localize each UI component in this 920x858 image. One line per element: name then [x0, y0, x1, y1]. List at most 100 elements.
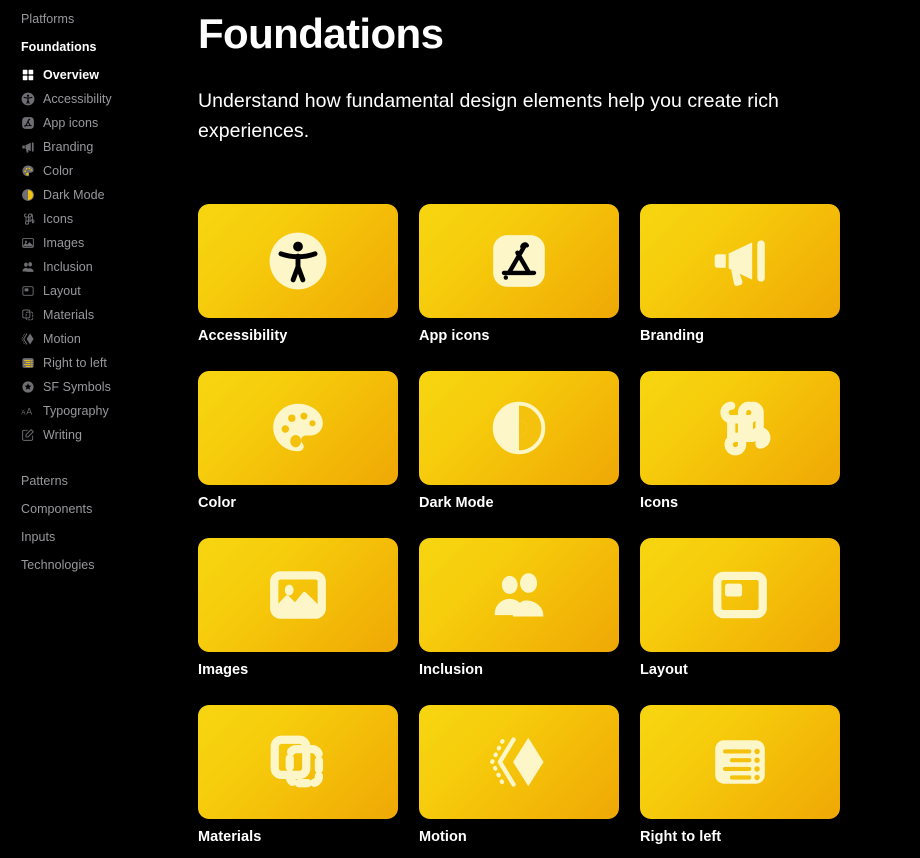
card-tile[interactable]: [419, 705, 619, 819]
card-accessibility[interactable]: Accessibility: [198, 204, 398, 345]
sidebar-item-icons[interactable]: Icons: [0, 207, 194, 231]
sidebar-group-platforms[interactable]: Platforms: [0, 11, 194, 27]
sidebar-tail-groups: Patterns Components Inputs Technologies: [0, 467, 194, 579]
palette-icon: [21, 164, 35, 178]
contrast-icon: [21, 188, 35, 202]
sidebar-item-label: App icons: [43, 116, 99, 130]
sidebar-item-motion[interactable]: Motion: [0, 327, 194, 351]
card-icons[interactable]: Icons: [640, 371, 840, 512]
megaphone-icon: [709, 230, 771, 292]
sidebar-item-label: Branding: [43, 140, 94, 154]
sidebar-item-label: Inclusion: [43, 260, 93, 274]
sidebar-item-label: Right to left: [43, 356, 107, 370]
card-label: Materials: [198, 829, 262, 845]
foundations-card-grid: Accessibility App icons Branding Color Dark …: [194, 146, 920, 846]
command-icon: [709, 397, 771, 459]
sidebar-item-color[interactable]: Color: [0, 159, 194, 183]
app-store-icon: [488, 230, 550, 292]
card-motion[interactable]: Motion: [419, 705, 619, 846]
sidebar-group-foundations[interactable]: Foundations: [0, 39, 194, 55]
card-layout[interactable]: Layout: [640, 538, 840, 679]
svg-text:A: A: [26, 407, 32, 417]
card-tile[interactable]: [419, 371, 619, 485]
card-tile[interactable]: [198, 204, 398, 318]
photo-icon: [21, 236, 35, 250]
sidebar-item-inclusion[interactable]: Inclusion: [0, 255, 194, 279]
sidebar-item-dark-mode[interactable]: Dark Mode: [0, 183, 194, 207]
grid-icon: [21, 68, 35, 82]
card-inclusion[interactable]: Inclusion: [419, 538, 619, 679]
layout-icon: [709, 564, 771, 626]
sidebar-item-writing[interactable]: Writing: [0, 423, 194, 447]
sidebar-group-inputs[interactable]: Inputs: [0, 523, 194, 551]
card-tile[interactable]: [640, 538, 840, 652]
card-tile[interactable]: [198, 705, 398, 819]
sidebar-group-technologies[interactable]: Technologies: [0, 551, 194, 579]
card-app-icons[interactable]: App icons: [419, 204, 619, 345]
sidebar-item-label: Writing: [43, 428, 83, 442]
card-color[interactable]: Color: [198, 371, 398, 512]
rtl-icon: [21, 356, 35, 370]
card-tile[interactable]: [198, 538, 398, 652]
people-icon: [21, 260, 35, 274]
sidebar-item-label: Overview: [43, 68, 99, 82]
photo-icon: [267, 564, 329, 626]
palette-icon: [267, 397, 329, 459]
sidebar-group-patterns[interactable]: Patterns: [0, 467, 194, 495]
sidebar-item-list: Overview Accessibility App icons Branding Co…: [0, 63, 194, 447]
card-tile[interactable]: [419, 538, 619, 652]
card-branding[interactable]: Branding: [640, 204, 840, 345]
page-title: Foundations: [198, 10, 444, 57]
sidebar-item-right-to-left[interactable]: Right to left: [0, 351, 194, 375]
card-label: Images: [198, 662, 249, 678]
card-label: Inclusion: [419, 662, 484, 678]
sidebar-item-materials[interactable]: Materials: [0, 303, 194, 327]
card-label: App icons: [419, 328, 490, 344]
card-label: Accessibility: [198, 328, 288, 344]
page-description: Understand how fundamental design elemen…: [198, 90, 779, 142]
layers-icon: [21, 308, 35, 322]
card-tile[interactable]: [198, 371, 398, 485]
card-tile[interactable]: [640, 705, 840, 819]
contrast-icon: [488, 397, 550, 459]
app-store-icon: [21, 116, 35, 130]
sidebar-item-label: Materials: [43, 308, 95, 322]
sf-symbols-icon: [21, 380, 35, 394]
card-images[interactable]: Images: [198, 538, 398, 679]
sidebar-item-label: Typography: [43, 404, 109, 418]
sidebar-item-branding[interactable]: Branding: [0, 135, 194, 159]
sidebar-group-components[interactable]: Components: [0, 495, 194, 523]
sidebar-item-label: Motion: [43, 332, 81, 346]
card-tile[interactable]: [640, 371, 840, 485]
sidebar-item-accessibility[interactable]: Accessibility: [0, 87, 194, 111]
card-label: Right to left: [640, 829, 722, 845]
megaphone-icon: [21, 140, 35, 154]
sidebar-item-typography[interactable]: A A Typography: [0, 399, 194, 423]
card-label: Motion: [419, 829, 467, 845]
sidebar-item-label: Dark Mode: [43, 188, 105, 202]
people-icon: [488, 564, 550, 626]
sidebar-item-label: SF Symbols: [43, 380, 111, 394]
sidebar-item-layout[interactable]: Layout: [0, 279, 194, 303]
card-right-to-left[interactable]: Right to left: [640, 705, 840, 846]
rtl-icon: [709, 731, 771, 793]
sidebar-item-app-icons[interactable]: App icons: [0, 111, 194, 135]
sidebar-item-label: Layout: [43, 284, 81, 298]
sidebar-item-label: Images: [43, 236, 85, 250]
card-tile[interactable]: [419, 204, 619, 318]
main-content: Foundations Understand how fundamental d…: [194, 0, 920, 858]
card-dark-mode[interactable]: Dark Mode: [419, 371, 619, 512]
typography-icon: AA: [21, 404, 35, 418]
sidebar-item-overview[interactable]: Overview: [0, 63, 194, 87]
sidebar-divider-space: [0, 447, 194, 467]
layers-icon: [267, 731, 329, 793]
page-root: Platforms Foundations Overview Accessibil…: [0, 0, 920, 858]
svg-text:A: A: [21, 410, 26, 417]
pencil-square-icon: [21, 428, 35, 442]
card-materials[interactable]: Materials: [198, 705, 398, 846]
sidebar-item-sf-symbols[interactable]: SF Symbols: [0, 375, 194, 399]
sidebar-item-images[interactable]: Images: [0, 231, 194, 255]
card-tile[interactable]: [640, 204, 840, 318]
card-label: Branding: [640, 328, 705, 344]
sidebar-item-label: Accessibility: [43, 92, 112, 106]
